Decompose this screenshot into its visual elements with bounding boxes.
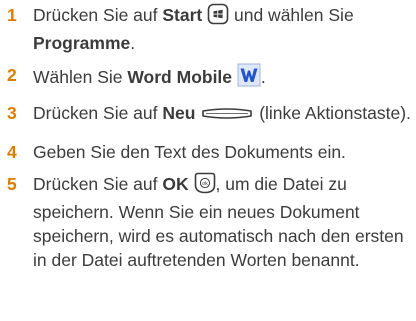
step-3: 3 Drücken Sie auf Neu (linke Aktionstast…: [3, 101, 413, 129]
step-text: (linke Aktionstaste).: [259, 103, 411, 123]
step-text: und wählen Sie: [234, 5, 354, 25]
start-label: Start: [162, 5, 203, 25]
step-4: 4 Geben Sie den Text des Dokuments ein.: [3, 140, 413, 164]
step-number: 4: [7, 142, 17, 162]
step-5: 5 Drücken Sie auf OK ok, um die Datei zu…: [3, 172, 413, 272]
instruction-list: 1 Drücken Sie auf Start und wählen Sie P…: [3, 0, 413, 272]
step-text: Drücken Sie auf: [33, 103, 163, 123]
word-mobile-label: Word Mobile: [127, 67, 233, 87]
step-number: 1: [7, 5, 17, 25]
step-number: 5: [7, 174, 17, 194]
svg-text:ok: ok: [202, 181, 208, 187]
step-2: 2 Wählen Sie Word Mobile .: [3, 63, 413, 93]
step-1: 1 Drücken Sie auf Start und wählen Sie P…: [7, 3, 354, 53]
programme-label: Programme: [33, 33, 131, 53]
word-mobile-icon: [237, 63, 261, 93]
ok-button-icon: ok: [194, 172, 216, 200]
left-action-key-icon: [200, 105, 254, 129]
step-number: 2: [7, 65, 17, 85]
ok-label: OK: [162, 174, 189, 194]
step-text: Wählen Sie: [33, 67, 128, 87]
step-number: 3: [7, 103, 17, 123]
step-text: Drücken Sie auf: [33, 5, 163, 25]
start-button-icon: [207, 3, 229, 31]
neu-label: Neu: [162, 103, 196, 123]
step-text: Geben Sie den Text des Dokuments ein.: [33, 142, 346, 162]
step-text: Drücken Sie auf: [33, 174, 163, 194]
